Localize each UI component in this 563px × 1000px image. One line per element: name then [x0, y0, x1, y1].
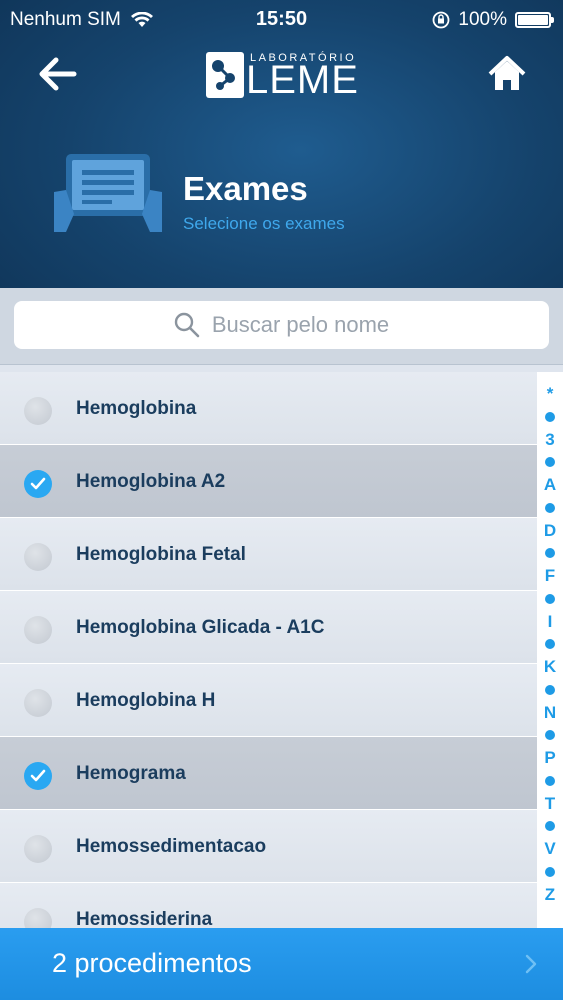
page-subtitle: Selecione os exames	[183, 214, 345, 233]
index-letter[interactable]: T	[537, 794, 563, 814]
unchecked-radio[interactable]	[24, 543, 52, 571]
battery-icon	[515, 12, 554, 28]
lab-logo: LABORATÓRIO LEME	[206, 50, 358, 100]
search-placeholder: Buscar pelo nome	[211, 312, 390, 337]
index-letter[interactable]: F	[537, 566, 563, 586]
index-dot	[545, 593, 555, 604]
index-dot	[545, 775, 555, 786]
unchecked-radio[interactable]	[24, 689, 52, 717]
exam-row[interactable]: Hemoglobina H	[0, 664, 537, 737]
checked-radio[interactable]	[24, 470, 52, 498]
index-letter[interactable]: D	[537, 521, 563, 541]
page-title: Exames	[183, 170, 308, 207]
index-letter[interactable]: V	[537, 839, 563, 859]
battery-percent: 100%	[458, 9, 507, 30]
tablet-document-icon	[54, 154, 162, 232]
exam-label: Hemograma	[76, 763, 186, 784]
exam-label: Hemoglobina Fetal	[76, 544, 246, 565]
index-dot	[545, 821, 555, 832]
section-index[interactable]: * 3 A D F I K N P T V Z	[537, 372, 563, 928]
exam-label: Hemoglobina A2	[76, 471, 226, 492]
checked-radio[interactable]	[24, 762, 52, 790]
arrow-left-icon	[39, 57, 77, 91]
unchecked-radio[interactable]	[24, 397, 52, 425]
logo-big-text: LEME	[246, 58, 359, 102]
exam-label: Hemoglobina H	[76, 690, 216, 711]
orientation-lock-icon	[432, 11, 450, 29]
search-bar: Buscar pelo nome	[0, 288, 563, 365]
unchecked-radio[interactable]	[24, 616, 52, 644]
home-button[interactable]	[487, 54, 527, 94]
index-dot	[545, 639, 555, 650]
index-dot	[545, 411, 555, 422]
exam-label: Hemossedimentacao	[76, 836, 267, 857]
index-dot	[545, 866, 555, 877]
exam-row[interactable]: Hemossedimentacao	[0, 810, 537, 883]
unchecked-radio[interactable]	[24, 835, 52, 863]
exam-row[interactable]: Hemoglobina Fetal	[0, 518, 537, 591]
index-letter[interactable]: P	[537, 748, 563, 768]
index-letter[interactable]: A	[537, 475, 563, 495]
status-right: 100%	[432, 9, 554, 31]
exam-list: Hemoglobina Hemoglobina A2 Hemoglobina Fet…	[0, 372, 537, 956]
check-icon	[30, 769, 46, 782]
exam-row[interactable]: Hemoglobina	[0, 372, 537, 445]
index-dot	[545, 548, 555, 559]
home-icon	[488, 56, 526, 90]
chevron-right-icon	[525, 954, 537, 974]
exam-label: Hemoglobina Glicada - A1C	[76, 617, 325, 638]
check-icon	[30, 477, 46, 490]
exam-row[interactable]: Hemoglobina Glicada - A1C	[0, 591, 537, 664]
index-letter[interactable]: N	[537, 703, 563, 723]
index-letter[interactable]: *	[537, 384, 563, 404]
index-dot	[545, 502, 555, 513]
search-icon	[174, 312, 200, 338]
exam-row[interactable]: Hemograma	[0, 737, 537, 810]
index-dot	[545, 457, 555, 468]
index-letter[interactable]: K	[537, 657, 563, 677]
header: Nenhum SIM 15:50 100% LABORATÓRIO LEME E…	[0, 0, 563, 288]
procedures-footer-button[interactable]: 2 procedimentos	[0, 928, 563, 1000]
search-input[interactable]: Buscar pelo nome	[14, 301, 549, 349]
index-dot	[545, 684, 555, 695]
status-bar: Nenhum SIM 15:50 100%	[0, 0, 563, 40]
index-letter[interactable]: 3	[537, 430, 563, 450]
index-letter[interactable]: Z	[537, 885, 563, 905]
index-letter[interactable]: I	[537, 612, 563, 632]
procedures-count-label: 2 procedimentos	[52, 948, 252, 978]
index-dot	[545, 730, 555, 741]
logo-mark-icon	[206, 52, 244, 98]
back-button[interactable]	[38, 56, 78, 92]
exam-label: Hemoglobina	[76, 398, 197, 419]
exam-row[interactable]: Hemoglobina A2	[0, 445, 537, 518]
